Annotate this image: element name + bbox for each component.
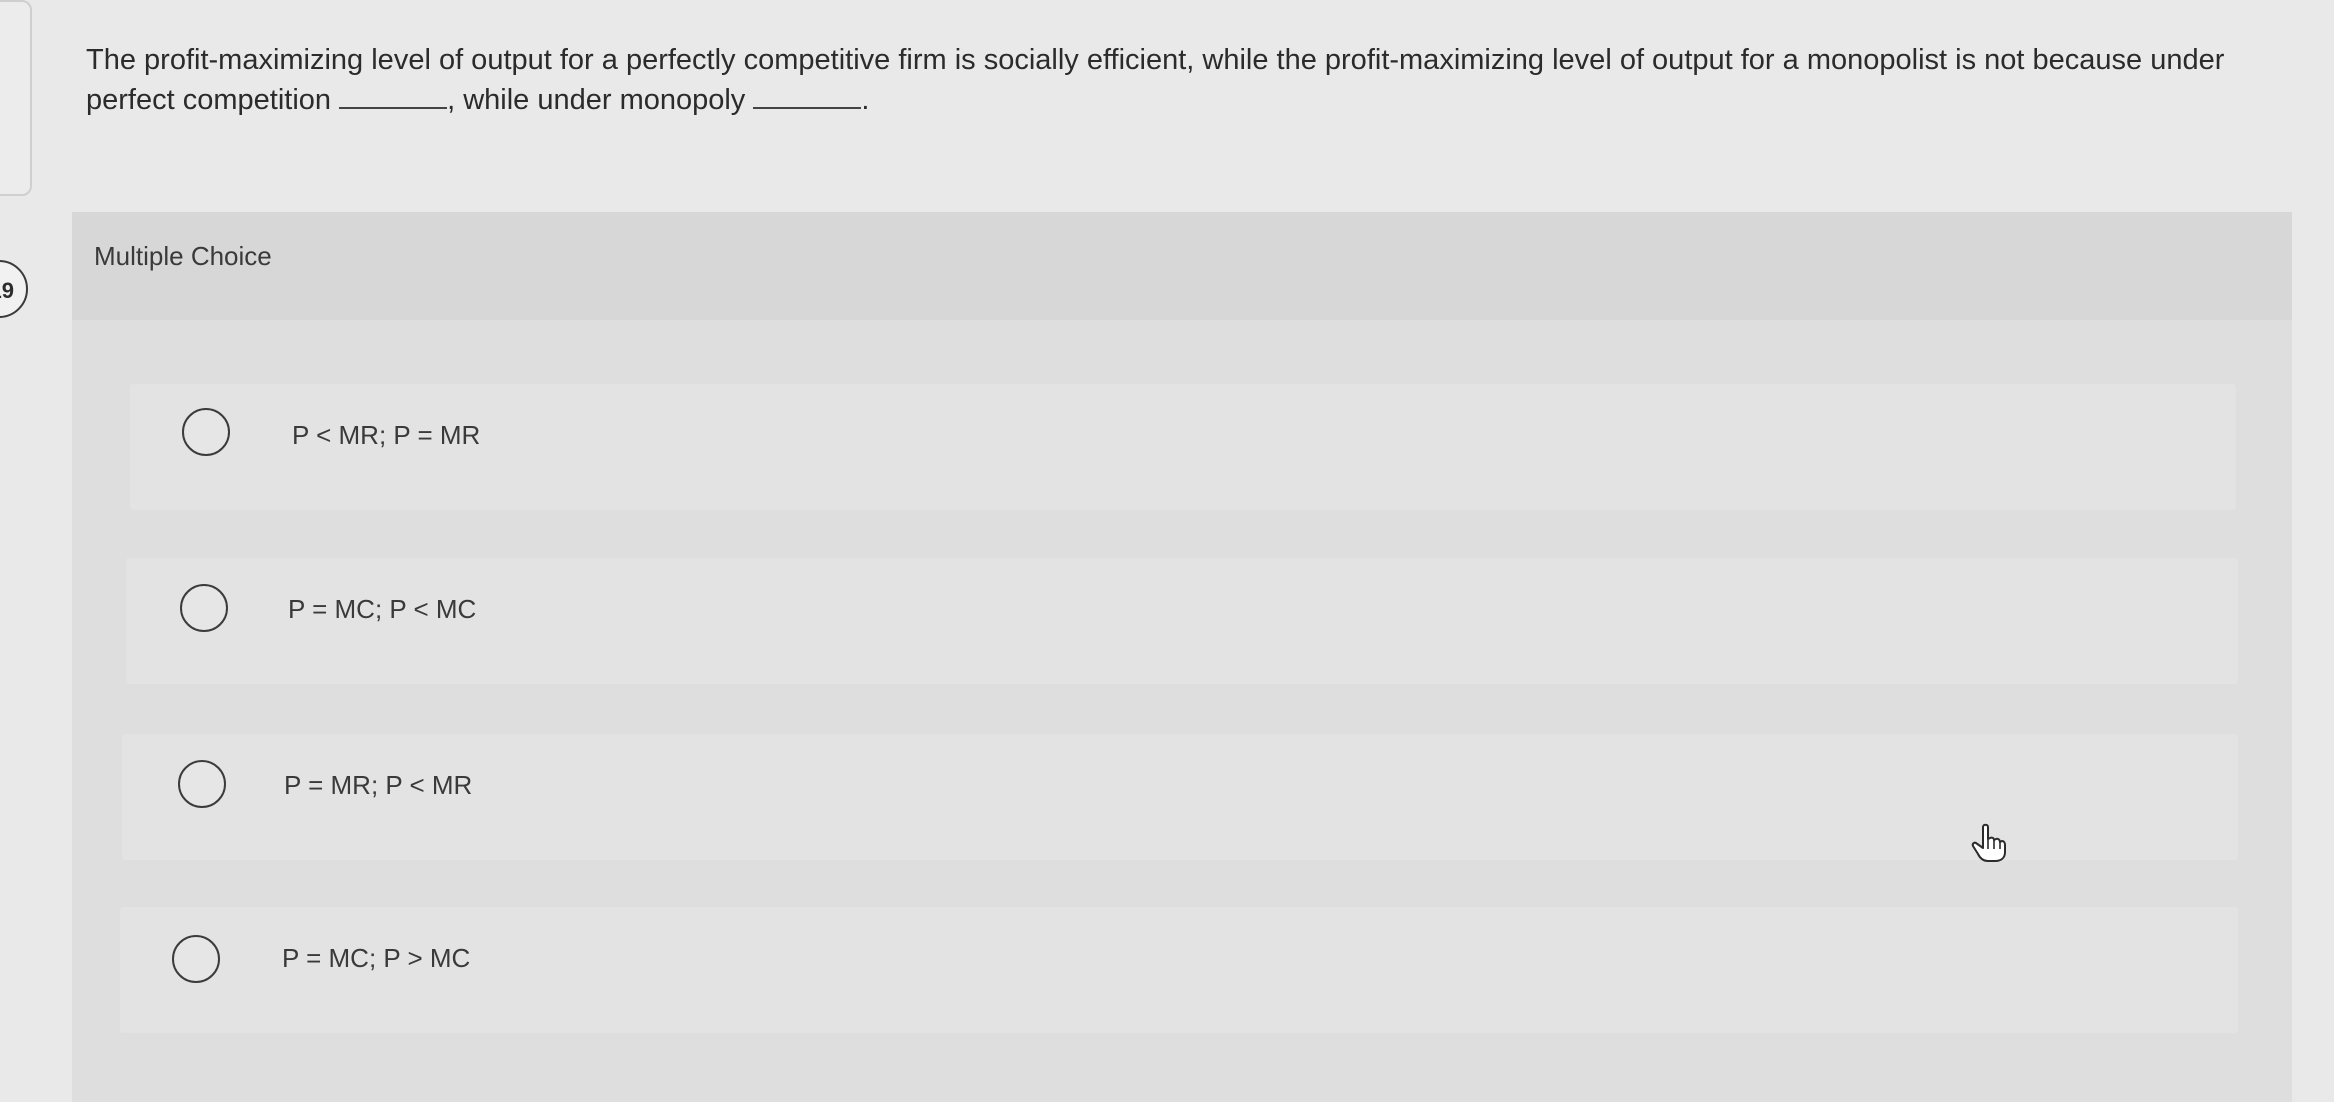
choice-option-2[interactable]: P = MC; P < MC [126, 558, 2238, 684]
answer-blank-2 [753, 83, 862, 109]
choice-option-4[interactable]: P = MC; P > MC [120, 907, 2238, 1033]
question-number-badge: 19 [0, 260, 28, 318]
radio-unselected-icon[interactable] [178, 760, 226, 808]
choice-option-1[interactable]: P < MR; P = MR [130, 384, 2236, 510]
question-text-part-2: , while under monopoly [447, 84, 746, 116]
left-side-tab [0, 0, 32, 196]
radio-unselected-icon[interactable] [172, 935, 220, 983]
choice-option-2-label: P = MC; P < MC [288, 594, 477, 624]
answer-blank-1 [339, 83, 448, 109]
choice-option-3[interactable]: P = MR; P < MR [122, 734, 2238, 860]
hand-pointer-icon [1971, 823, 2006, 862]
choice-option-4-label: P = MC; P > MC [282, 943, 471, 973]
choice-option-1-label: P < MR; P = MR [292, 420, 481, 450]
question-text-part-3: . [861, 84, 870, 116]
radio-unselected-icon[interactable] [180, 584, 228, 632]
radio-unselected-icon[interactable] [182, 408, 230, 456]
choice-option-3-label: P = MR; P < MR [284, 770, 473, 800]
multiple-choice-title: Multiple Choice [94, 241, 272, 271]
multiple-choice-header [72, 212, 2292, 320]
question-prompt: The profit-maximizing level of output fo… [86, 40, 2306, 120]
